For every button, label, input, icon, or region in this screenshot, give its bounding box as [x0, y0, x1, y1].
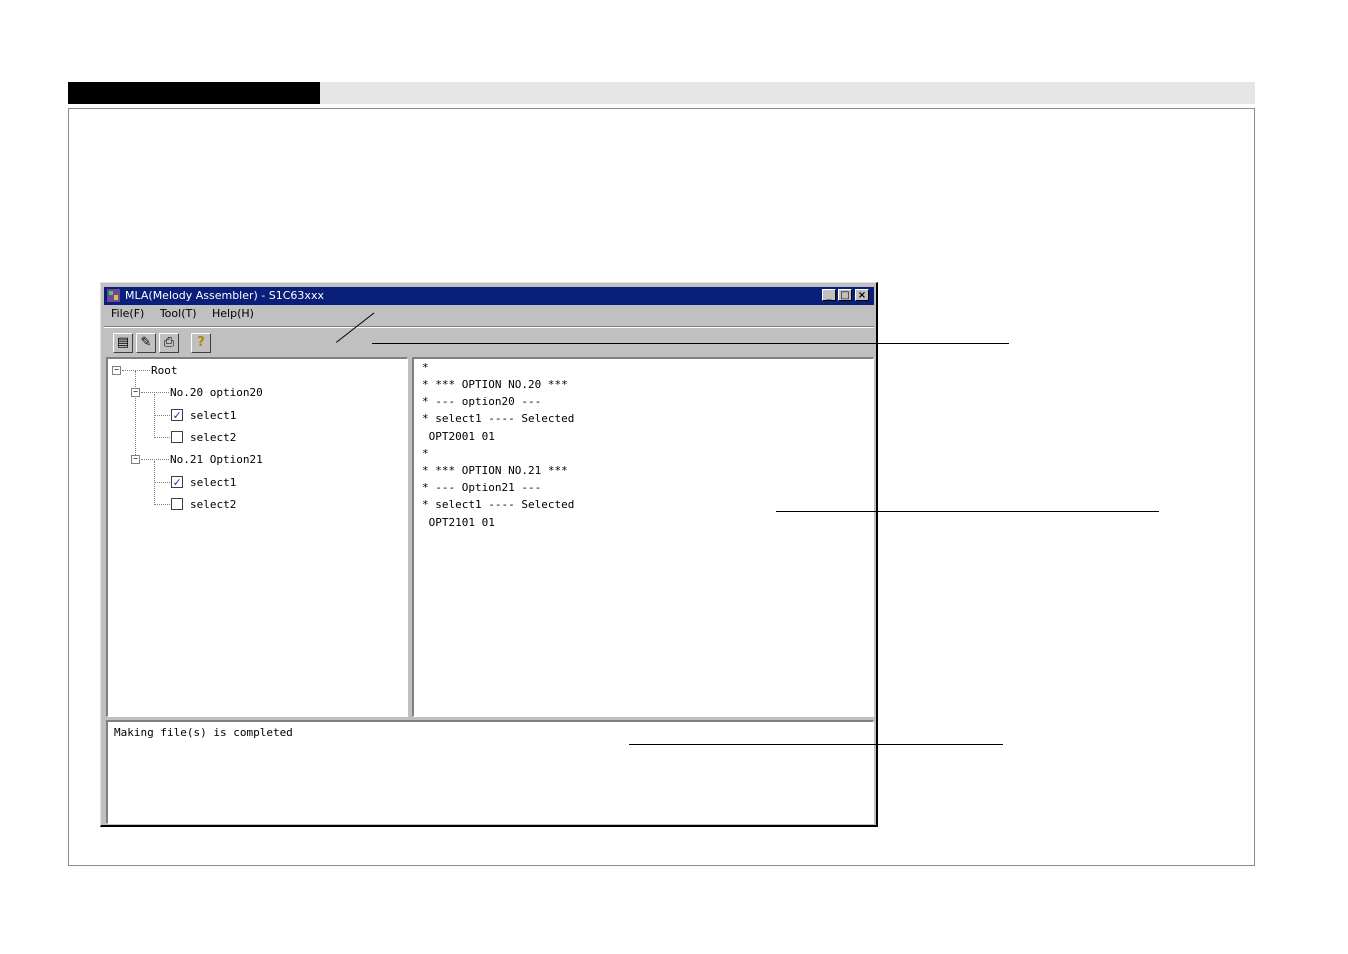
- tree-item-select1[interactable]: select1: [190, 409, 236, 423]
- edit-icon: ✎: [140, 335, 152, 350]
- collapse-icon[interactable]: −: [131, 455, 140, 464]
- print-button[interactable]: ⎙: [159, 333, 179, 353]
- status-message: Making file(s) is completed: [114, 726, 293, 739]
- callout-line-message: [629, 744, 1003, 745]
- close-button[interactable]: ×: [855, 289, 869, 301]
- output-line: OPT2101 01: [422, 516, 495, 529]
- tree-connector: [154, 461, 155, 505]
- select1-checkbox[interactable]: ✓: [171, 476, 183, 488]
- message-view[interactable]: Making file(s) is completed: [106, 720, 874, 824]
- tree-connector: [135, 371, 136, 459]
- select2-checkbox[interactable]: [171, 431, 183, 443]
- mla-window: MLA(Melody Assembler) - S1C63xxx _ □ × F…: [100, 282, 878, 827]
- tree-connector: [154, 482, 170, 483]
- output-line: *: [422, 361, 429, 374]
- tree-root[interactable]: Root: [151, 364, 178, 378]
- tree-item-select2[interactable]: select2: [190, 431, 236, 445]
- output-line: OPT2001 01: [422, 430, 495, 443]
- option-tree[interactable]: − Root − No.20 option20 ✓ select1 select…: [106, 357, 408, 717]
- menu-file[interactable]: File(F): [111, 307, 144, 320]
- maximize-button[interactable]: □: [838, 289, 852, 301]
- select2-checkbox[interactable]: [171, 498, 183, 510]
- title-bar[interactable]: MLA(Melody Assembler) - S1C63xxx _ □ ×: [104, 287, 874, 305]
- app-icon: [107, 289, 120, 302]
- header-grey-band: [320, 82, 1255, 104]
- menu-tool[interactable]: Tool(T): [160, 307, 197, 320]
- tree-item-select2[interactable]: select2: [190, 498, 236, 512]
- callout-line-output: [776, 511, 1159, 512]
- collapse-icon[interactable]: −: [131, 388, 140, 397]
- edit-button[interactable]: ✎: [136, 333, 156, 353]
- output-line: * select1 ---- Selected: [422, 498, 575, 511]
- output-line: *: [422, 447, 429, 460]
- output-line: * --- Option21 ---: [422, 481, 542, 494]
- menu-help[interactable]: Help(H): [212, 307, 254, 320]
- tree-connector: [141, 459, 169, 460]
- callout-line-tree: [372, 343, 1009, 344]
- collapse-icon[interactable]: −: [112, 366, 121, 375]
- tree-connector: [154, 415, 170, 416]
- make-file-icon: ▤: [116, 335, 130, 350]
- option-output-view[interactable]: * * *** OPTION NO.20 *** * --- option20 …: [412, 357, 874, 717]
- window-title: MLA(Melody Assembler) - S1C63xxx: [125, 289, 324, 302]
- tree-connector: [122, 370, 150, 371]
- output-line: * *** OPTION NO.21 ***: [422, 464, 568, 477]
- output-line: * --- option20 ---: [422, 395, 542, 408]
- help-button[interactable]: ?: [191, 333, 211, 353]
- make-file-button[interactable]: ▤: [113, 333, 133, 353]
- minimize-button[interactable]: _: [822, 289, 836, 301]
- tree-connector: [154, 437, 170, 438]
- help-icon: ?: [197, 335, 205, 350]
- tree-connector: [141, 392, 169, 393]
- tree-option-21[interactable]: No.21 Option21: [170, 453, 263, 467]
- tree-connector: [154, 504, 170, 505]
- tree-option-20[interactable]: No.20 option20: [170, 386, 263, 400]
- toolbar-separator: [104, 326, 874, 328]
- output-line: * *** OPTION NO.20 ***: [422, 378, 568, 391]
- print-icon: ⎙: [163, 335, 175, 350]
- header-black-band: [68, 82, 320, 104]
- output-line: * select1 ---- Selected: [422, 412, 575, 425]
- tree-item-select1[interactable]: select1: [190, 476, 236, 490]
- menu-bar: File(F) Tool(T) Help(H): [111, 307, 266, 323]
- select1-checkbox[interactable]: ✓: [171, 409, 183, 421]
- tree-connector: [154, 394, 155, 438]
